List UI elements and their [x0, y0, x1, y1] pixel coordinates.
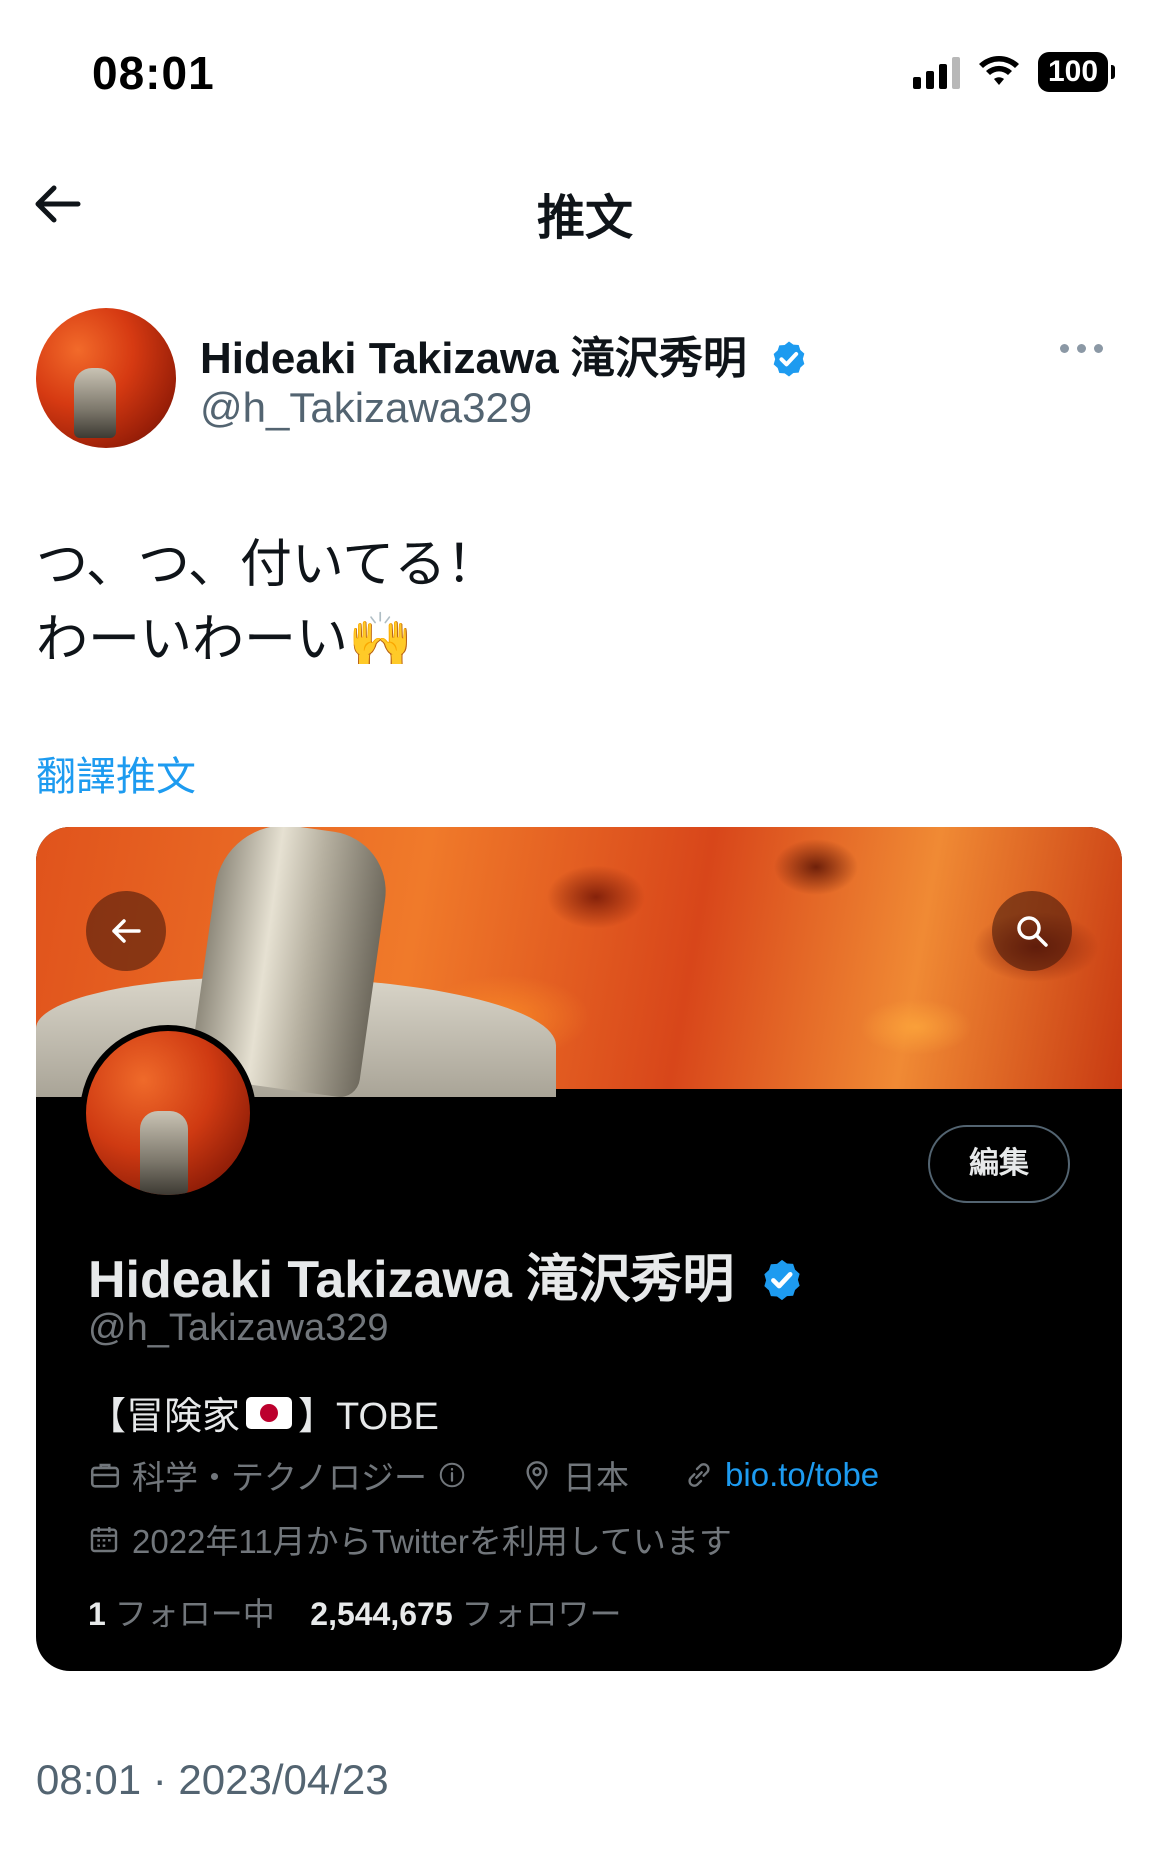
profile-name: Hideaki Takizawa 滝沢秀明	[88, 1237, 805, 1312]
page-title: 推文	[536, 192, 633, 245]
profile-avatar	[80, 1025, 256, 1201]
card-search-button	[992, 891, 1072, 971]
profile-link: bio.to/tobe	[725, 1456, 880, 1493]
profile-name-text: Hideaki Takizawa 滝沢秀明	[88, 1251, 735, 1309]
following-count: 1	[88, 1596, 106, 1632]
translate-tweet-link[interactable]: 翻譯推文	[36, 744, 196, 802]
bio-prefix: 【冒険家	[88, 1396, 241, 1438]
info-icon	[439, 1462, 465, 1488]
profile-category: 科学・テクノロジー	[132, 1459, 428, 1496]
search-icon	[1017, 916, 1048, 947]
avatar-figure	[140, 1111, 188, 1195]
link-icon	[688, 1463, 710, 1487]
profile-meta: 科学・テクノロジー 日本 bio.to/tobe	[88, 1451, 879, 1499]
verified-badge-icon	[773, 341, 805, 377]
author-name[interactable]: Hideaki Takizawa 滝沢秀明	[200, 322, 809, 386]
card-back-button	[86, 891, 166, 971]
tweet-timestamp: 08:01 · 2023/04/23	[36, 1756, 389, 1803]
back-arrow-icon	[112, 919, 141, 943]
battery-icon: 100	[1038, 52, 1115, 92]
profile-handle: @h_Takizawa329	[88, 1307, 389, 1349]
calendar-icon	[90, 1527, 118, 1553]
followers-count: 2,544,675	[310, 1596, 453, 1632]
profile-joined: 2022年11月からTwitterを利用しています	[88, 1515, 732, 1563]
tweet-text: つ、つ、付いてる！ わーいわーい🙌	[36, 536, 499, 669]
flag-jp-icon	[246, 1396, 293, 1429]
cellular-signal-icon	[913, 55, 960, 89]
author-handle[interactable]: @h_Takizawa329	[200, 384, 532, 432]
bio-suffix: 】TOBE	[298, 1396, 439, 1438]
edit-profile-button: 編集	[928, 1125, 1070, 1203]
avatar-figure	[74, 368, 116, 438]
profile-joined-text: 2022年11月からTwitterを利用しています	[132, 1523, 732, 1560]
status-bar-time: 08:01	[92, 47, 215, 99]
profile-stats: 1 フォロー中 2,544,675 フォロワー	[88, 1589, 622, 1635]
more-icon[interactable]	[1060, 336, 1120, 360]
followers-label: フォロワー	[461, 1596, 622, 1632]
briefcase-icon	[90, 1463, 120, 1488]
status-bar-icons: 100	[913, 52, 1115, 92]
profile-location: 日本	[563, 1459, 630, 1496]
profile-bio: 【冒険家 】TOBE	[88, 1385, 439, 1440]
following-label: フォロー中	[114, 1596, 275, 1632]
tweet-detail-screen: 08:01 100 推文 Hideaki Takizawa 滝沢秀明 @h_Ta…	[0, 0, 1170, 1853]
location-pin-icon	[526, 1461, 548, 1491]
author-avatar[interactable]	[36, 308, 176, 448]
verified-badge-icon	[764, 1259, 800, 1301]
author-name-text: Hideaki Takizawa 滝沢秀明	[200, 334, 747, 383]
tweet-image[interactable]: 編集 Hideaki Takizawa 滝沢秀明 @h_Takizawa329 …	[36, 827, 1122, 1671]
wifi-icon	[979, 56, 1019, 85]
